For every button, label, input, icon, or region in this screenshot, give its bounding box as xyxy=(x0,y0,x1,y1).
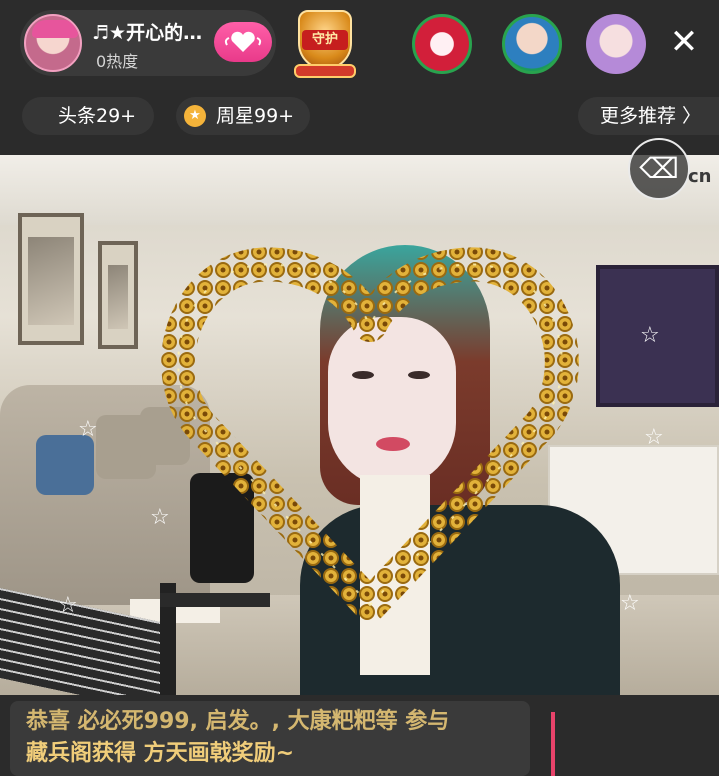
scroll-indicator xyxy=(551,712,555,776)
sparkle-icon: ☆ xyxy=(150,505,170,530)
heart-wings-icon xyxy=(224,31,262,52)
fan-avatar-3[interactable] xyxy=(586,14,646,74)
wall-painting xyxy=(98,241,138,349)
weekly-star-label: 周星99+ xyxy=(216,105,295,127)
sparkle-icon: ☆ xyxy=(78,417,98,442)
more-recommend-label: 更多推荐 〉 xyxy=(600,105,702,127)
headline-chip[interactable]: 头条29+ xyxy=(22,97,154,135)
sparkle-icon: ☆ xyxy=(640,323,660,348)
host-name: ♬★开心的… xyxy=(92,22,203,44)
sparkle-icon: ☆ xyxy=(644,425,664,450)
chat-area[interactable]: 恭喜 必必死999, 启发。, 大康粑粑等 参与 藏兵阁获得 方天画戟奖励~ xyxy=(0,695,719,776)
message-line: 藏兵阁获得 方天画戟奖励~ xyxy=(26,741,295,766)
gold-heart-frame-icon xyxy=(161,247,579,622)
live-room: ♬★开心的… 0热度 守护 ✕ 头条29+ ★ 周星99+ 更多推荐 〉 ☆ ☆… xyxy=(0,0,719,776)
guard-badge-label: 守护 xyxy=(302,30,348,50)
star-icon: ★ xyxy=(184,105,206,127)
clean-screen-button[interactable]: ⌫ xyxy=(628,138,690,200)
host-heat: 0热度 xyxy=(96,52,139,71)
close-icon: ✕ xyxy=(669,22,699,62)
close-button[interactable]: ✕ xyxy=(662,20,706,64)
sparkle-icon: ☆ xyxy=(58,593,78,618)
fan-avatar-1[interactable] xyxy=(412,14,472,74)
broom-icon: ⌫ xyxy=(639,152,679,185)
weekly-star-chip[interactable]: ★ 周星99+ xyxy=(176,97,310,135)
headline-label: 头条29+ xyxy=(58,105,137,127)
host-avatar[interactable] xyxy=(24,14,82,72)
top-bar: ♬★开心的… 0热度 守护 ✕ xyxy=(0,0,719,90)
more-recommend-button[interactable]: 更多推荐 〉 xyxy=(578,97,719,135)
sparkle-icon: ☆ xyxy=(620,591,640,616)
follow-button[interactable] xyxy=(214,22,272,62)
guard-badge[interactable]: 守护 xyxy=(290,6,360,80)
message-line: 恭喜 必必死999, 启发。, 大康粑粑等 参与 xyxy=(26,709,450,734)
watermark-text: cn xyxy=(688,166,712,187)
live-video[interactable]: ☆ ☆ ☆ ☆ ☆ ☆ xyxy=(0,155,719,695)
fan-avatar-2[interactable] xyxy=(502,14,562,74)
wall-painting xyxy=(18,213,84,345)
